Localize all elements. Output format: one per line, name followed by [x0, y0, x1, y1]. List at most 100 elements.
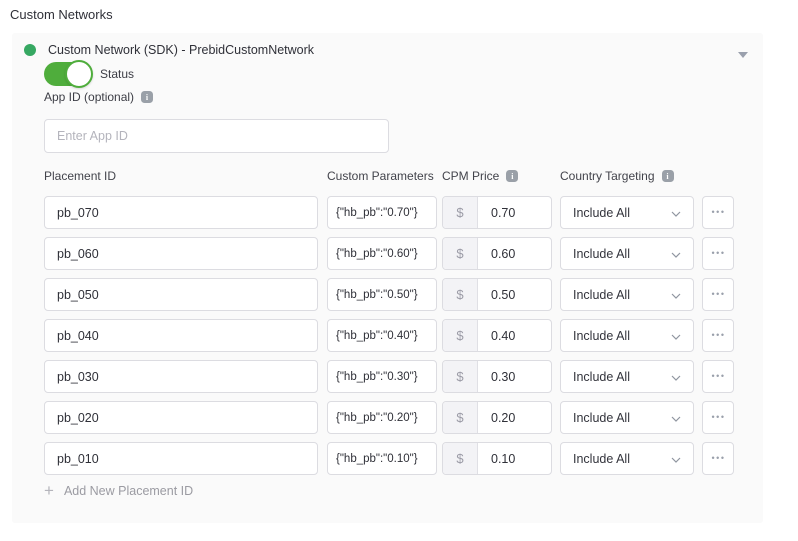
- country-targeting-value: Include All: [561, 411, 671, 425]
- custom-parameters-input[interactable]: [327, 278, 437, 311]
- add-placement-button[interactable]: + Add New Placement ID: [44, 482, 193, 499]
- placement-row: $ Include All •••: [44, 442, 734, 475]
- chevron-down-icon: [671, 368, 681, 386]
- chevron-down-icon: [671, 245, 681, 263]
- currency-prefix: $: [443, 279, 478, 310]
- page-title: Custom Networks: [10, 7, 113, 22]
- placement-row: $ Include All •••: [44, 360, 734, 393]
- country-targeting-select[interactable]: Include All: [560, 237, 694, 270]
- country-targeting-value: Include All: [561, 370, 671, 384]
- cpm-price-field: $: [442, 360, 552, 393]
- plus-icon: +: [44, 482, 54, 499]
- chevron-down-icon: [671, 450, 681, 468]
- placement-row: $ Include All •••: [44, 278, 734, 311]
- placement-row: $ Include All •••: [44, 237, 734, 270]
- custom-parameters-input[interactable]: [327, 237, 437, 270]
- currency-prefix: $: [443, 320, 478, 351]
- cpm-price-input[interactable]: [478, 238, 551, 269]
- ellipsis-icon: •••: [711, 331, 726, 340]
- chevron-down-icon[interactable]: [737, 46, 749, 54]
- chevron-down-icon: [671, 409, 681, 427]
- cpm-price-input[interactable]: [478, 443, 551, 474]
- cpm-price-field: $: [442, 278, 552, 311]
- country-targeting-value: Include All: [561, 452, 671, 466]
- custom-parameters-input[interactable]: [327, 442, 437, 475]
- ellipsis-icon: •••: [711, 454, 726, 463]
- row-more-button[interactable]: •••: [702, 278, 734, 311]
- placement-id-input[interactable]: [44, 319, 318, 352]
- placement-row: $ Include All •••: [44, 401, 734, 434]
- column-headers: Placement ID Custom Parameters CPM Price…: [44, 169, 734, 185]
- info-icon[interactable]: i: [141, 91, 153, 103]
- country-targeting-select[interactable]: Include All: [560, 319, 694, 352]
- currency-prefix: $: [443, 197, 478, 228]
- custom-parameters-input[interactable]: [327, 319, 437, 352]
- chevron-down-icon: [671, 327, 681, 345]
- row-more-button[interactable]: •••: [702, 237, 734, 270]
- country-targeting-select[interactable]: Include All: [560, 196, 694, 229]
- row-more-button[interactable]: •••: [702, 360, 734, 393]
- app-id-input[interactable]: [44, 119, 389, 153]
- placement-rows: $ Include All ••• $ Include All •••: [44, 196, 734, 483]
- ellipsis-icon: •••: [711, 249, 726, 258]
- placement-id-input[interactable]: [44, 360, 318, 393]
- placement-row: $ Include All •••: [44, 196, 734, 229]
- column-header-cpm-price: CPM Price i: [442, 169, 518, 183]
- column-header-custom-parameters: Custom Parameters: [327, 169, 434, 183]
- currency-prefix: $: [443, 238, 478, 269]
- currency-prefix: $: [443, 443, 478, 474]
- info-icon[interactable]: i: [662, 170, 674, 182]
- ellipsis-icon: •••: [711, 208, 726, 217]
- placement-id-input[interactable]: [44, 401, 318, 434]
- placement-id-input[interactable]: [44, 237, 318, 270]
- country-targeting-value: Include All: [561, 247, 671, 261]
- cpm-price-input[interactable]: [478, 402, 551, 433]
- cpm-price-input[interactable]: [478, 279, 551, 310]
- cpm-price-field: $: [442, 442, 552, 475]
- toggle-knob: [65, 60, 93, 88]
- column-header-country-targeting: Country Targeting i: [560, 169, 674, 183]
- ellipsis-icon: •••: [711, 290, 726, 299]
- row-more-button[interactable]: •••: [702, 442, 734, 475]
- country-targeting-select[interactable]: Include All: [560, 360, 694, 393]
- custom-network-card: Custom Network (SDK) - PrebidCustomNetwo…: [12, 33, 763, 523]
- cpm-price-field: $: [442, 196, 552, 229]
- network-status-dot: [24, 44, 36, 56]
- custom-parameters-input[interactable]: [327, 401, 437, 434]
- status-label: Status: [100, 67, 134, 81]
- country-targeting-value: Include All: [561, 288, 671, 302]
- placement-id-input[interactable]: [44, 196, 318, 229]
- country-targeting-select[interactable]: Include All: [560, 401, 694, 434]
- cpm-price-field: $: [442, 319, 552, 352]
- row-more-button[interactable]: •••: [702, 401, 734, 434]
- country-targeting-select[interactable]: Include All: [560, 442, 694, 475]
- network-title: Custom Network (SDK) - PrebidCustomNetwo…: [48, 43, 314, 57]
- placement-row: $ Include All •••: [44, 319, 734, 352]
- chevron-down-icon: [671, 204, 681, 222]
- currency-prefix: $: [443, 402, 478, 433]
- cpm-price-input[interactable]: [478, 197, 551, 228]
- country-targeting-select[interactable]: Include All: [560, 278, 694, 311]
- cpm-price-input[interactable]: [478, 320, 551, 351]
- cpm-price-input[interactable]: [478, 361, 551, 392]
- country-targeting-value: Include All: [561, 206, 671, 220]
- placement-id-input[interactable]: [44, 442, 318, 475]
- app-id-label: App ID (optional): [44, 90, 134, 104]
- custom-parameters-input[interactable]: [327, 360, 437, 393]
- status-toggle[interactable]: [44, 62, 90, 86]
- column-header-placement-id: Placement ID: [44, 169, 116, 183]
- ellipsis-icon: •••: [711, 372, 726, 381]
- currency-prefix: $: [443, 361, 478, 392]
- row-more-button[interactable]: •••: [702, 196, 734, 229]
- cpm-price-field: $: [442, 237, 552, 270]
- chevron-down-icon: [671, 286, 681, 304]
- add-placement-label: Add New Placement ID: [64, 484, 193, 498]
- cpm-price-field: $: [442, 401, 552, 434]
- custom-parameters-input[interactable]: [327, 196, 437, 229]
- placement-id-input[interactable]: [44, 278, 318, 311]
- ellipsis-icon: •••: [711, 413, 726, 422]
- info-icon[interactable]: i: [506, 170, 518, 182]
- app-id-label-row: App ID (optional) i: [44, 90, 153, 104]
- country-targeting-value: Include All: [561, 329, 671, 343]
- row-more-button[interactable]: •••: [702, 319, 734, 352]
